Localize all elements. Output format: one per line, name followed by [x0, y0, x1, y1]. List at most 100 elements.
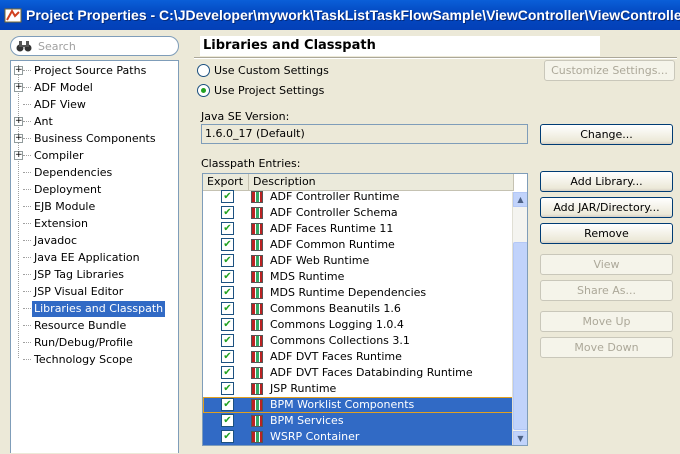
export-checkbox[interactable]: ✔ [221, 430, 234, 443]
tree-item[interactable]: JSP Tag Libraries [11, 266, 178, 283]
export-checkbox[interactable]: ✔ [221, 334, 234, 347]
change-button[interactable]: Change... [540, 124, 673, 145]
classpath-row[interactable]: ✔ MDS Runtime Dependencies [203, 285, 513, 301]
tree-item-label: ADF Model [34, 80, 93, 94]
library-icon [251, 239, 263, 251]
tree-connector [23, 121, 31, 122]
tree-item-label: Extension [34, 216, 89, 230]
export-checkbox[interactable]: ✔ [221, 398, 234, 411]
export-checkbox[interactable]: ✔ [221, 366, 234, 379]
classpath-row[interactable]: ✔ BPM Services [203, 413, 513, 429]
classpath-row[interactable]: ✔ Commons Beanutils 1.6 [203, 301, 513, 317]
library-name: ADF Faces Runtime 11 [270, 222, 394, 235]
tree-connector [23, 325, 31, 326]
tree-connector [23, 104, 31, 105]
tree-item[interactable]: + Compiler [11, 147, 178, 164]
add-library-button[interactable]: Add Library... [540, 171, 673, 192]
export-checkbox[interactable]: ✔ [221, 206, 234, 219]
export-checkbox[interactable]: ✔ [221, 270, 234, 283]
window-title: Project Properties - C:\JDeveloper\mywor… [26, 7, 680, 23]
tree-item-label: ADF View [34, 97, 86, 111]
classpath-table[interactable]: Export Description ✔ ADF Controller Runti… [202, 173, 528, 446]
library-icon [251, 383, 263, 395]
classpath-row[interactable]: ✔ BPM Worklist Components [203, 397, 513, 413]
classpath-row[interactable]: ✔ ADF Common Runtime [203, 237, 513, 253]
move-down-button[interactable]: Move Down [540, 337, 673, 358]
export-checkbox[interactable]: ✔ [221, 318, 234, 331]
view-button[interactable]: View [540, 254, 673, 275]
share-as-button[interactable]: Share As... [540, 280, 673, 301]
export-checkbox[interactable]: ✔ [221, 254, 234, 267]
title-bar[interactable]: Project Properties - C:\JDeveloper\mywor… [0, 0, 680, 30]
classpath-row[interactable]: ✔ JSP Runtime [203, 381, 513, 397]
tree-item[interactable]: Technology Scope [11, 351, 178, 368]
classpath-row[interactable]: ✔ ADF DVT Faces Databinding Runtime [203, 365, 513, 381]
table-scrollbar[interactable]: ▲ ▼ [512, 192, 527, 445]
tree-item[interactable]: Java EE Application [11, 249, 178, 266]
tree-item[interactable]: JSP Visual Editor [11, 283, 178, 300]
classpath-row[interactable]: ✔ ADF DVT Faces Runtime [203, 349, 513, 365]
tree-item[interactable]: EJB Module [11, 198, 178, 215]
export-checkbox[interactable]: ✔ [221, 350, 234, 363]
search-field[interactable]: Search [10, 36, 179, 56]
export-checkbox[interactable]: ✔ [221, 382, 234, 395]
scroll-up-arrow-icon[interactable]: ▲ [513, 192, 527, 207]
move-up-button[interactable]: Move Up [540, 311, 673, 332]
tree-item-label: JSP Tag Libraries [34, 267, 124, 281]
customize-settings-button[interactable]: Customize Settings... [544, 60, 675, 81]
tree-item[interactable]: + Business Components [11, 130, 178, 147]
tree-item[interactable]: Dependencies [11, 164, 178, 181]
library-icon [251, 255, 263, 267]
export-checkbox[interactable]: ✔ [221, 190, 234, 203]
tree-item[interactable]: + Project Source Paths [11, 62, 178, 79]
remove-button[interactable]: Remove [540, 223, 673, 244]
tree-item[interactable]: Run/Debug/Profile [11, 334, 178, 351]
expand-plus-icon[interactable]: + [14, 134, 23, 143]
expand-plus-icon[interactable]: + [14, 117, 23, 126]
library-name: BPM Services [270, 414, 344, 427]
tree-item[interactable]: ADF View [11, 96, 178, 113]
tree-item[interactable]: + Ant [11, 113, 178, 130]
radio-off-icon [197, 64, 210, 77]
scroll-thumb[interactable] [513, 242, 527, 430]
export-checkbox[interactable]: ✔ [221, 302, 234, 315]
classpath-row[interactable]: ✔ MDS Runtime [203, 269, 513, 285]
library-name: BPM Worklist Components [270, 398, 415, 411]
classpath-row[interactable]: ✔ WSRP Container [203, 429, 513, 445]
tree-item[interactable]: Resource Bundle [11, 317, 178, 334]
tree-item[interactable]: Javadoc [11, 232, 178, 249]
export-checkbox[interactable]: ✔ [221, 286, 234, 299]
classpath-row[interactable]: ✔ ADF Controller Runtime [203, 189, 513, 205]
tree-item[interactable]: Deployment [11, 181, 178, 198]
export-checkbox[interactable]: ✔ [221, 414, 234, 427]
tree-item[interactable]: Extension [11, 215, 178, 232]
expand-plus-icon[interactable]: + [14, 151, 23, 160]
library-name: ADF Controller Schema [270, 206, 398, 219]
library-icon [251, 431, 263, 443]
add-jar-directory-button[interactable]: Add JAR/Directory... [540, 197, 673, 218]
expand-plus-icon[interactable]: + [14, 83, 23, 92]
export-checkbox[interactable]: ✔ [221, 238, 234, 251]
library-icon [251, 207, 263, 219]
tree-item-label: Libraries and Classpath [32, 300, 166, 317]
scroll-down-arrow-icon[interactable]: ▼ [513, 431, 527, 445]
use-project-settings-radio[interactable]: Use Project Settings [197, 84, 324, 97]
category-tree[interactable]: + Project Source Paths + ADF Model ADF View +… [10, 60, 179, 453]
classpath-row[interactable]: ✔ Commons Logging 1.0.4 [203, 317, 513, 333]
classpath-row[interactable]: ✔ ADF Web Runtime [203, 253, 513, 269]
use-custom-settings-radio[interactable]: Use Custom Settings [197, 64, 329, 77]
tree-connector [23, 189, 31, 190]
classpath-row[interactable]: ✔ ADF Controller Schema [203, 205, 513, 221]
library-name: ADF Web Runtime [270, 254, 370, 267]
tree-connector [23, 70, 31, 71]
search-input[interactable]: Search [38, 40, 76, 53]
classpath-row[interactable]: ✔ Commons Collections 3.1 [203, 333, 513, 349]
expand-plus-icon[interactable]: + [14, 66, 23, 75]
library-icon [251, 223, 263, 235]
tree-item[interactable]: Libraries and Classpath [11, 300, 178, 317]
library-name: ADF Common Runtime [270, 238, 395, 251]
classpath-row[interactable]: ✔ ADF Faces Runtime 11 [203, 221, 513, 237]
use-custom-settings-label: Use Custom Settings [214, 64, 329, 77]
export-checkbox[interactable]: ✔ [221, 222, 234, 235]
tree-item[interactable]: + ADF Model [11, 79, 178, 96]
